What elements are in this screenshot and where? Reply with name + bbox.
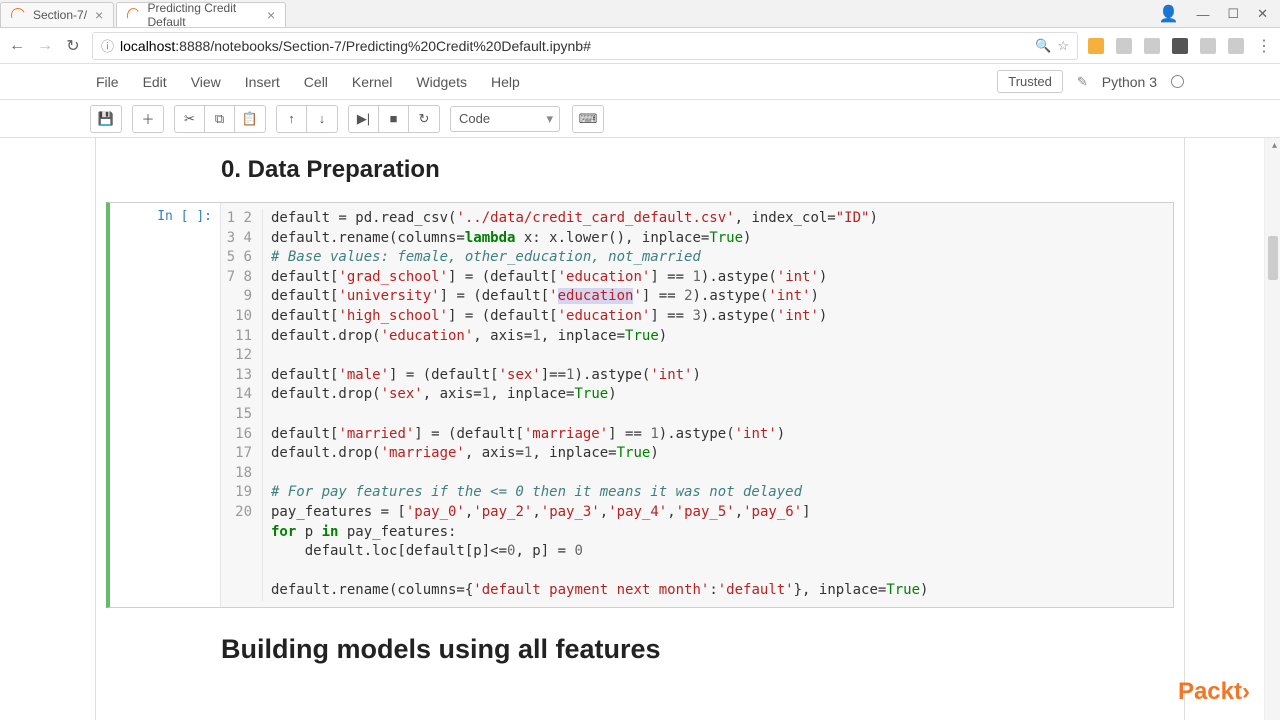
extension-icon[interactable] <box>1144 38 1160 54</box>
maximize-button[interactable]: ☐ <box>1227 6 1239 22</box>
copy-button[interactable]: ⧉ <box>205 106 235 132</box>
close-window-button[interactable]: ✕ <box>1257 6 1268 22</box>
chrome-menu-icon[interactable]: ⋮ <box>1256 36 1272 56</box>
run-button[interactable]: ▶| <box>349 106 379 132</box>
code-editor[interactable]: 1 2 3 4 5 6 7 8 9 10 11 12 13 14 15 16 1… <box>220 203 1173 607</box>
menu-insert[interactable]: Insert <box>245 74 280 90</box>
kernel-name[interactable]: Python 3 <box>1102 74 1157 90</box>
extension-icon[interactable] <box>1172 38 1188 54</box>
move-down-button[interactable]: ↓ <box>307 106 337 132</box>
restart-button[interactable]: ↻ <box>409 106 439 132</box>
menu-widgets[interactable]: Widgets <box>416 74 467 90</box>
scroll-thumb[interactable] <box>1268 236 1278 280</box>
tab-title: Section-7/ <box>33 8 87 22</box>
site-info-icon[interactable]: ⓘ <box>101 36 114 55</box>
browser-address-bar: ← → ↻ ⓘ localhost:8888/notebooks/Section… <box>0 28 1280 64</box>
close-tab-icon[interactable]: × <box>95 7 103 23</box>
scroll-up-arrow-icon[interactable]: ▴ <box>1272 140 1277 151</box>
forward-button: → <box>36 37 54 55</box>
browser-tab-strip: Section-7/ × Predicting Credit Default ×… <box>0 0 1280 28</box>
back-button[interactable]: ← <box>8 37 26 55</box>
kernel-status-icon <box>1171 75 1184 88</box>
close-tab-icon[interactable]: × <box>267 7 275 23</box>
move-up-button[interactable]: ↑ <box>277 106 307 132</box>
edit-metadata-icon[interactable]: ✎ <box>1077 74 1088 90</box>
menu-cell[interactable]: Cell <box>304 74 328 90</box>
save-button[interactable]: 💾 <box>91 106 121 132</box>
jupyter-toolbar: 💾 ＋ ✂ ⧉ 📋 ↑ ↓ ▶| ■ ↻ Code ⌨ <box>0 100 1280 138</box>
extension-icons: ⋮ <box>1088 36 1272 56</box>
menu-file[interactable]: File <box>96 74 119 90</box>
packt-logo: Packt› <box>1178 678 1250 706</box>
url-text: localhost:8888/notebooks/Section-7/Predi… <box>120 38 1029 54</box>
heading-data-prep: 0. Data Preparation <box>221 156 1184 184</box>
command-palette-button[interactable]: ⌨ <box>573 106 603 132</box>
bookmark-star-icon[interactable]: ☆ <box>1057 38 1069 54</box>
jupyter-favicon-icon <box>125 6 141 23</box>
cut-button[interactable]: ✂ <box>175 106 205 132</box>
minimize-button[interactable]: — <box>1196 7 1209 22</box>
code-content[interactable]: default = pd.read_csv('../data/credit_ca… <box>263 209 928 601</box>
extension-icon[interactable] <box>1228 38 1244 54</box>
tab-title: Predicting Credit Default <box>148 1 260 29</box>
stop-button[interactable]: ■ <box>379 106 409 132</box>
jupyter-favicon-icon <box>9 6 27 24</box>
zoom-icon[interactable]: 🔍 <box>1035 38 1051 54</box>
jupyter-menu-bar: File Edit View Insert Cell Kernel Widget… <box>0 64 1280 100</box>
line-number-gutter: 1 2 3 4 5 6 7 8 9 10 11 12 13 14 15 16 1… <box>221 209 263 601</box>
menu-view[interactable]: View <box>191 74 221 90</box>
paste-button[interactable]: 📋 <box>235 106 265 132</box>
trusted-indicator[interactable]: Trusted <box>997 70 1063 93</box>
menu-edit[interactable]: Edit <box>143 74 167 90</box>
profile-icon[interactable]: 👤 <box>1159 4 1179 24</box>
url-input[interactable]: ⓘ localhost:8888/notebooks/Section-7/Pre… <box>92 32 1078 60</box>
menu-help[interactable]: Help <box>491 74 520 90</box>
code-cell[interactable]: In [ ]: 1 2 3 4 5 6 7 8 9 10 11 12 13 14… <box>106 202 1174 608</box>
vertical-scrollbar[interactable]: ▴ <box>1264 138 1280 720</box>
notebook-body[interactable]: 0. Data Preparation In [ ]: 1 2 3 4 5 6 … <box>0 138 1280 720</box>
add-cell-button[interactable]: ＋ <box>133 106 163 132</box>
browser-tab-0[interactable]: Section-7/ × <box>0 2 114 27</box>
heading-building-models: Building models using all features <box>221 634 1184 665</box>
reload-button[interactable]: ↻ <box>64 36 82 56</box>
extension-icon[interactable] <box>1116 38 1132 54</box>
extension-icon[interactable] <box>1200 38 1216 54</box>
browser-tab-1[interactable]: Predicting Credit Default × <box>116 2 286 27</box>
extension-icon[interactable] <box>1088 38 1104 54</box>
input-prompt: In [ ]: <box>110 203 220 607</box>
menu-kernel[interactable]: Kernel <box>352 74 392 90</box>
cell-type-select[interactable]: Code <box>450 106 560 132</box>
